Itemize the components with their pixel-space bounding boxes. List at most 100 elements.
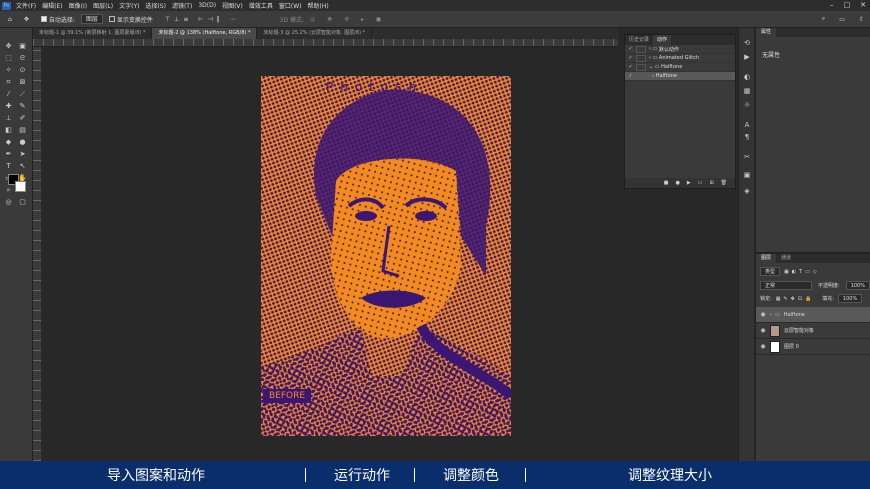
tab-document-1[interactable]: 未标题-1 @ 39.1% (新层移射 1, 图层蒙版/8) * bbox=[33, 28, 153, 39]
menu-3d[interactable]: 3D(D) bbox=[198, 2, 216, 9]
check-icon[interactable]: ✓ bbox=[625, 64, 636, 70]
eye-icon[interactable]: ◉ bbox=[756, 327, 770, 334]
quick-mask-icon[interactable]: ◎ bbox=[4, 198, 13, 207]
menu-edit[interactable]: 编辑(E) bbox=[42, 1, 62, 10]
chevron-right-icon[interactable]: › bbox=[649, 46, 651, 52]
menu-image[interactable]: 图像(I) bbox=[69, 1, 87, 10]
delete-icon[interactable]: 🗑 bbox=[721, 180, 727, 186]
auto-select-checkbox[interactable]: 自动选择: bbox=[40, 15, 75, 24]
3d-icon[interactable]: ◈ bbox=[742, 186, 752, 196]
check-icon[interactable]: ✓ bbox=[625, 73, 636, 79]
screen-mode-icon[interactable]: ▢ bbox=[18, 198, 27, 207]
search-icon[interactable]: ⌕ bbox=[822, 15, 825, 23]
direct-select-icon[interactable]: ↖ bbox=[18, 162, 27, 171]
eye-icon[interactable]: ◉ bbox=[756, 343, 770, 350]
layer-kind-filter[interactable]: 类型 bbox=[760, 267, 781, 276]
actions-icon[interactable]: ▶ bbox=[742, 52, 752, 62]
crop-icon[interactable]: ⌗ bbox=[4, 78, 13, 87]
new-action-icon[interactable]: ⊞ bbox=[709, 180, 713, 186]
background-color-swatch[interactable] bbox=[15, 181, 26, 192]
tab-layers[interactable]: 图层 bbox=[756, 254, 777, 263]
show-transform-checkbox[interactable]: 显示变换控件 bbox=[108, 15, 153, 24]
menu-help[interactable]: 帮助(H) bbox=[308, 1, 329, 10]
menu-file[interactable]: 文件(F) bbox=[16, 1, 36, 10]
menu-select[interactable]: 选择(S) bbox=[145, 1, 166, 10]
tab-document-2[interactable]: 未标题-2 @ 138% (Halftone, RGB/8) * bbox=[152, 28, 258, 39]
opacity-input[interactable]: 100% bbox=[845, 281, 870, 290]
home-icon[interactable]: ⌂ bbox=[8, 16, 12, 23]
path-select-icon[interactable]: ➤ bbox=[18, 150, 27, 159]
menu-type[interactable]: 文字(Y) bbox=[119, 1, 139, 10]
stamp-icon[interactable]: ⊥ bbox=[4, 114, 13, 123]
chevron-right-icon[interactable]: › bbox=[649, 55, 651, 61]
check-icon[interactable]: ✓ bbox=[625, 55, 636, 61]
lasso-icon[interactable]: ᘓ bbox=[18, 54, 27, 63]
brush-icon[interactable]: ✎ bbox=[18, 102, 27, 111]
character-icon[interactable]: A bbox=[742, 120, 752, 130]
paragraph-icon[interactable]: ¶ bbox=[742, 132, 752, 142]
healing-icon[interactable]: ✚ bbox=[4, 102, 13, 111]
menu-window[interactable]: 窗口(W) bbox=[279, 1, 302, 10]
layer-row[interactable]: ◉ 云层智能对象 bbox=[756, 323, 870, 339]
check-icon[interactable]: ✓ bbox=[625, 46, 636, 52]
marquee-icon[interactable]: ⬚ bbox=[4, 54, 13, 63]
frame-icon[interactable]: ⊠ bbox=[18, 78, 27, 87]
menu-plugins[interactable]: 增效工具 bbox=[249, 1, 273, 10]
quick-select-icon[interactable]: ⊙ bbox=[18, 66, 27, 75]
close-icon[interactable]: ✕ bbox=[860, 1, 866, 9]
record-icon[interactable]: ● bbox=[675, 180, 679, 186]
menu-filter[interactable]: 滤镜(T) bbox=[172, 1, 192, 10]
tab-actions[interactable]: 动作 bbox=[653, 35, 672, 45]
blend-mode-dropdown[interactable]: 正常 bbox=[760, 281, 812, 290]
move-tool-icon[interactable]: ✥ bbox=[24, 16, 29, 23]
tab-history[interactable]: 历史记录 bbox=[625, 35, 653, 45]
maximize-icon[interactable]: □ bbox=[844, 1, 851, 9]
type-icon[interactable]: T bbox=[4, 162, 13, 171]
adjust-icon[interactable]: ☼ bbox=[742, 100, 752, 110]
dodge-icon[interactable]: ● bbox=[18, 138, 27, 147]
color-icon[interactable]: ◐ bbox=[742, 72, 752, 82]
layer-row[interactable]: ◉ › ▭ Halftone bbox=[756, 307, 870, 323]
fill-input[interactable]: 100% bbox=[837, 294, 863, 303]
action-row[interactable]: ✓ ⌄ ▭ Halftone bbox=[625, 63, 735, 72]
minimize-icon[interactable]: – bbox=[830, 1, 834, 9]
share-icon[interactable]: ⇧ bbox=[859, 16, 864, 23]
tools-preset-icon[interactable]: ✂ bbox=[742, 152, 752, 162]
tab-properties[interactable]: 属性 bbox=[756, 28, 777, 37]
menu-view[interactable]: 视图(V) bbox=[222, 1, 243, 10]
swatches-icon[interactable]: ▦ bbox=[742, 86, 752, 96]
pen-icon[interactable]: ✒ bbox=[4, 150, 13, 159]
artboard-icon[interactable]: ▣ bbox=[18, 42, 27, 51]
eraser-icon[interactable]: ◧ bbox=[4, 126, 13, 135]
align-icons[interactable]: ⊤⊥≡ ⊢⊣‖ ⋯ bbox=[165, 16, 240, 23]
chevron-down-icon[interactable]: ⌄ bbox=[649, 64, 653, 70]
3d-mode-icons[interactable]: ◎ ✥ ✣ ▸ ◼ bbox=[310, 16, 386, 23]
menu-layer[interactable]: 图层(L) bbox=[93, 1, 113, 10]
layer-row[interactable]: ◉ 图层 0 bbox=[756, 339, 870, 355]
eye-icon[interactable]: ◉ bbox=[756, 311, 770, 318]
stop-icon[interactable]: ■ bbox=[664, 180, 669, 186]
move-icon[interactable]: ✥ bbox=[4, 42, 13, 51]
new-set-icon[interactable]: ▭ bbox=[698, 180, 703, 186]
history-icon[interactable]: ⟲ bbox=[742, 38, 752, 48]
blur-icon[interactable]: ◆ bbox=[4, 138, 13, 147]
layer-select-dropdown[interactable]: 图层 bbox=[80, 14, 103, 24]
workspace-icon[interactable]: ▭ bbox=[839, 16, 845, 23]
zoom-icon[interactable]: ⌕ bbox=[4, 186, 13, 195]
action-row[interactable]: ✓ › ▭ Animated Glitch bbox=[625, 54, 735, 63]
libraries-icon[interactable]: ▣ bbox=[742, 170, 752, 180]
filter-icons[interactable]: ▣◐T▭◇ bbox=[784, 269, 820, 275]
lock-icons[interactable]: ▦✎✥⊡🔒 bbox=[776, 296, 815, 302]
tab-document-3[interactable]: 未标题-3 @ 25.2% (云层智能对象, 图层/8) * bbox=[257, 28, 373, 39]
gradient-icon[interactable]: ▤ bbox=[18, 126, 27, 135]
document-canvas[interactable]: Photosh BEFORE bbox=[261, 76, 511, 436]
magic-wand-icon[interactable]: ✧ bbox=[4, 66, 13, 75]
tab-channels[interactable]: 通道 bbox=[776, 254, 796, 263]
eyedropper-icon[interactable]: ⁄ bbox=[4, 90, 13, 99]
chevron-right-icon[interactable]: › bbox=[652, 73, 654, 79]
action-row[interactable]: ✓ › ▭ 默认动作 bbox=[625, 45, 735, 54]
chevron-right-icon[interactable]: › bbox=[770, 312, 772, 318]
action-row[interactable]: ✓ › Halftone bbox=[625, 72, 735, 81]
ruler-icon[interactable]: ⟋ bbox=[18, 90, 27, 99]
play-icon[interactable]: ▶ bbox=[687, 180, 691, 186]
